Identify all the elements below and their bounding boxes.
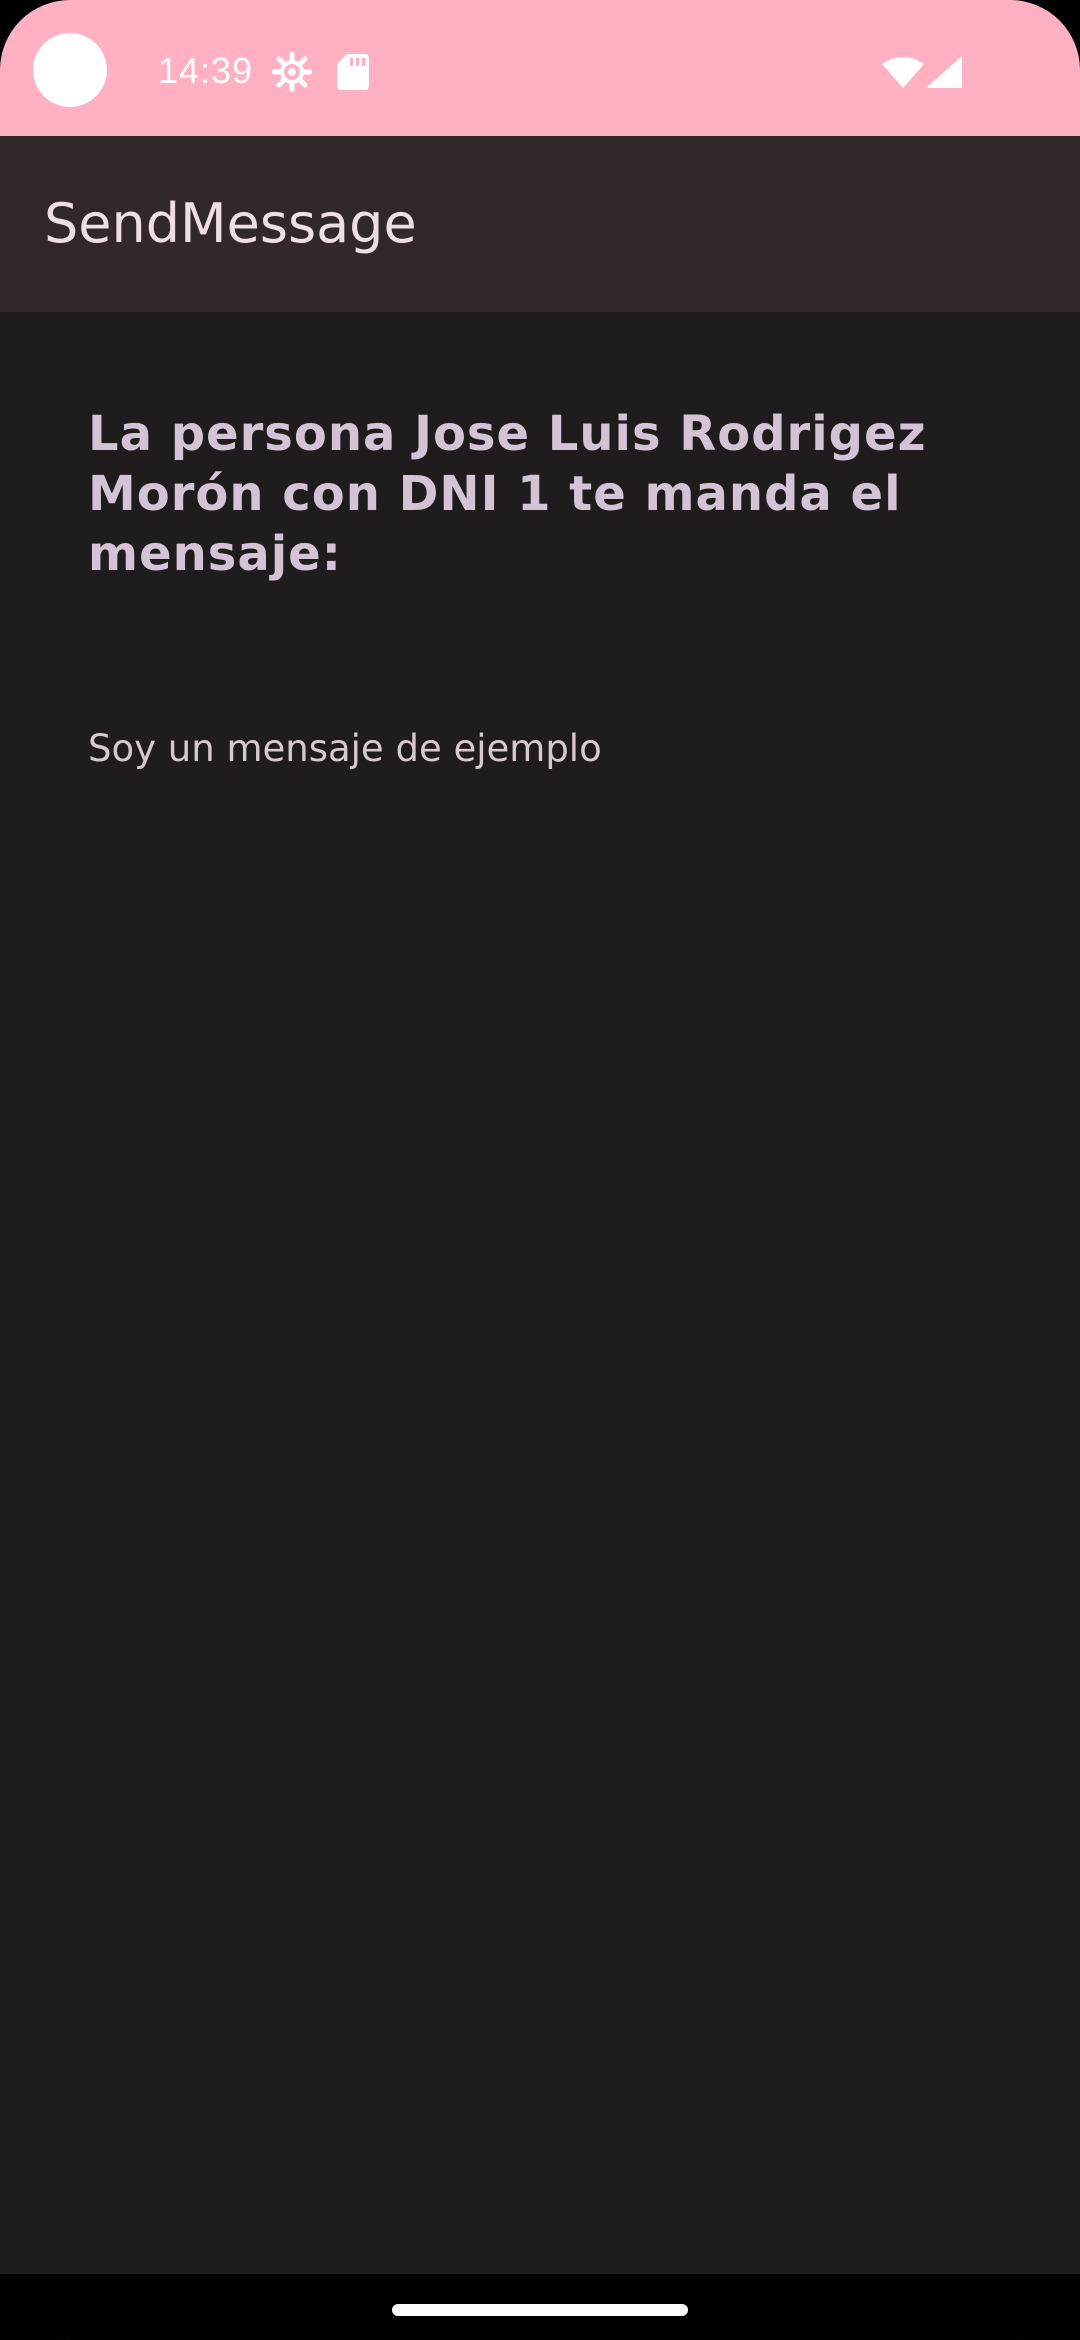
app-title: SendMessage bbox=[44, 192, 417, 255]
signal-icon bbox=[926, 56, 962, 88]
app-bar: SendMessage bbox=[0, 136, 1080, 312]
status-bar: 14:39 bbox=[0, 0, 1080, 136]
message-header: La persona Jose Luis Rodrigez Morón con … bbox=[88, 406, 927, 582]
status-time: 14:39 bbox=[158, 50, 254, 91]
message-content: La persona Jose Luis Rodrigez Morón con … bbox=[0, 312, 1080, 2274]
camera-cutout bbox=[33, 33, 107, 107]
gear-icon bbox=[272, 52, 312, 92]
navigation-bar bbox=[0, 2274, 1080, 2340]
sd-card-icon bbox=[337, 54, 369, 90]
wifi-icon bbox=[882, 57, 924, 88]
home-gesture-handle[interactable] bbox=[392, 2304, 688, 2316]
message-body: Soy un mensaje de ejemplo bbox=[88, 727, 602, 770]
phone-screen: 14:39 SendMessage La persona Jose Luis R… bbox=[0, 0, 1080, 2340]
